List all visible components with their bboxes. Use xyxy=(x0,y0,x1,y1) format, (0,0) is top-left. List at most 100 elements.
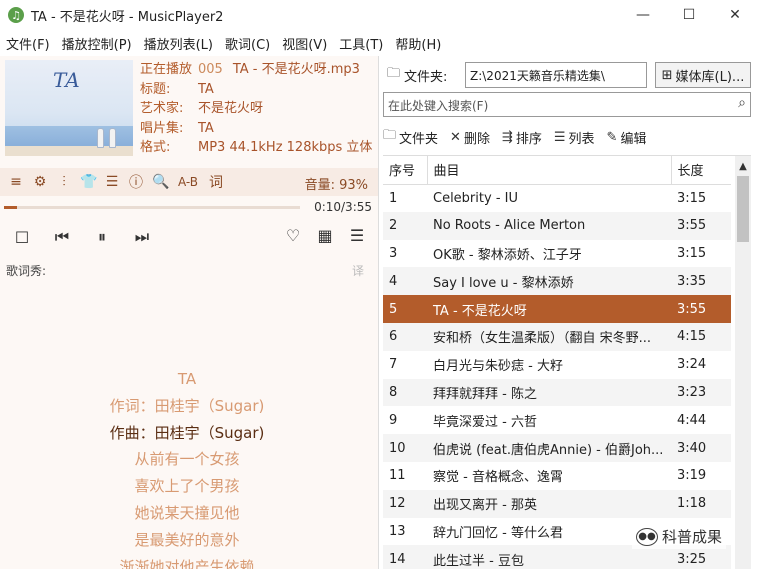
cell-no: 2 xyxy=(383,211,427,240)
sort-button-label: 排序 xyxy=(515,131,542,147)
window-title: TA - 不是花火呀 - MusicPlayer2 xyxy=(31,9,224,25)
menu-help[interactable]: 帮助(H) xyxy=(395,34,441,53)
cell-title: 拜拜就拜拜 - 陈之 xyxy=(427,378,671,407)
search-icon[interactable]: 🔍 xyxy=(152,174,169,190)
format-value: MP3 44.1kHz 128kbps 立体 xyxy=(198,140,373,155)
progress-bar[interactable] xyxy=(4,206,300,209)
lyric-line: TA xyxy=(177,370,197,388)
now-playing-file: TA - 不是花火呀.mp3 xyxy=(232,62,360,77)
cell-no: 6 xyxy=(383,322,427,351)
folder-button[interactable]: 🗀 文件夹 xyxy=(383,126,438,148)
playlist-table: 序号 曲目 长度 1 Celebrity - IU 3:15 2 No Roots - … xyxy=(383,155,751,569)
lyric-line: 她说某天撞见他 xyxy=(134,503,240,522)
settings-icon[interactable]: ⚙ xyxy=(32,174,48,190)
next-button[interactable]: ⏭ xyxy=(131,227,153,247)
folder-label-text: 文件夹: xyxy=(404,69,448,85)
cell-no: 10 xyxy=(383,434,427,462)
minimize-button[interactable]: — xyxy=(620,0,666,30)
cell-no: 9 xyxy=(389,412,398,428)
progress-fill xyxy=(4,206,17,209)
menu-tools[interactable]: 工具(T) xyxy=(339,34,383,53)
folder-icon: 🗀 xyxy=(387,66,401,81)
table-row[interactable]: 2 No Roots - Alice Merton 3:55 xyxy=(383,211,731,240)
cell-len: 3:40 xyxy=(671,434,731,462)
watermark: ●● 科普成果 xyxy=(632,524,727,549)
menu-playlist[interactable]: 播放列表(L) xyxy=(144,34,213,53)
previous-button[interactable]: ⏮ xyxy=(51,227,73,247)
scrollbar[interactable]: ▲ xyxy=(735,156,751,569)
album-value: TA xyxy=(198,120,214,136)
album-art[interactable]: TA xyxy=(5,60,133,156)
time-readout: 0:10/3:55 xyxy=(314,200,372,214)
cell-len: 3:15 xyxy=(677,245,707,261)
table-row[interactable]: 8 拜拜就拜拜 - 陈之 3:23 xyxy=(383,378,731,407)
lyrics-label: 歌词秀: xyxy=(6,264,47,278)
translate-button[interactable]: 译 xyxy=(352,262,364,279)
table-row[interactable]: 1 Celebrity - IU 3:15 xyxy=(383,184,731,212)
scrollbar-thumb[interactable] xyxy=(737,176,749,242)
title-value: TA xyxy=(198,81,214,97)
pause-button[interactable]: ⏸ xyxy=(91,227,113,247)
playlist-mode-icon[interactable]: ☰ xyxy=(346,226,368,245)
list-button[interactable]: ☰ 列表 xyxy=(554,128,595,147)
close-button[interactable]: ✕ xyxy=(712,0,758,30)
table-row[interactable]: 11 察觉 - 音格概念、逸霄 3:19 xyxy=(383,462,731,490)
folder-button-label: 文件夹 xyxy=(399,131,439,147)
close-icon: ✕ xyxy=(450,129,461,145)
list-icon: ☰ xyxy=(553,129,566,145)
playlist-toggle-icon[interactable]: ≡ xyxy=(8,174,24,190)
cell-title: 察觉 - 音格概念、逸霄 xyxy=(433,470,563,486)
menu-file[interactable]: 文件(F) xyxy=(6,34,50,53)
table-row[interactable]: 10 伯虎说 (feat.唐伯虎Annie) - 伯爵Joh... 3:40 xyxy=(383,434,731,462)
ab-repeat-button[interactable]: A-B xyxy=(176,175,200,189)
lyric-line: 喜欢上了个男孩 xyxy=(134,477,240,496)
cell-title: TA - 不是花火呀 xyxy=(427,295,671,323)
table-row[interactable]: 5 TA - 不是花火呀 3:55 xyxy=(383,295,731,323)
cell-len: 3:23 xyxy=(671,378,731,407)
cell-no: 1 xyxy=(389,190,398,206)
delete-button-label: 删除 xyxy=(463,131,490,147)
table-row[interactable]: 4 Say I love u - 黎林添娇 3:35 xyxy=(383,267,731,296)
favorite-heart-icon[interactable]: ♡ xyxy=(282,226,304,245)
table-row[interactable]: 7 白月光与朱砂痣 - 大籽 3:24 xyxy=(383,351,731,379)
volume-readout[interactable]: 音量: 93% xyxy=(305,174,368,193)
table-row[interactable]: 12 出现又离开 - 那英 1:18 xyxy=(383,489,731,518)
header-number[interactable]: 序号 xyxy=(383,156,427,185)
cell-title: 安和桥（女生温柔版）（翻自 宋冬野... xyxy=(427,322,671,351)
lyric-line: 作词：田桂宇（Sugar) xyxy=(109,396,265,415)
header-title[interactable]: 曲目 xyxy=(426,156,671,185)
music-note-icon: ♫ xyxy=(8,7,24,23)
sort-button[interactable]: ⇶ 排序 xyxy=(502,128,542,147)
equalizer-icon[interactable]: ⫶ xyxy=(56,174,72,190)
playlist-toolbar: 🗀 文件夹 ✕ 删除 ⇶ 排序 ☰ 列表 ✎ 编辑 xyxy=(383,126,753,148)
table-row[interactable]: 3 OK歌 - 黎林添娇、江子牙 3:15 xyxy=(383,240,731,268)
track-info: 正在播放 005 TA - 不是花火呀.mp3 标题: TA 艺术家: 不是花火… xyxy=(140,60,376,158)
menu-playback[interactable]: 播放控制(P) xyxy=(62,34,132,53)
stop-button[interactable]: ☐ xyxy=(11,228,33,247)
media-library-button[interactable]: ⊞ 媒体库(L)... xyxy=(655,62,751,88)
delete-button[interactable]: ✕ 删除 xyxy=(450,128,490,147)
cell-title: OK歌 - 黎林添娇、江子牙 xyxy=(433,247,582,263)
scroll-up-icon[interactable]: ▲ xyxy=(735,158,751,176)
search-icon[interactable]: ⌕ xyxy=(738,95,746,111)
menu-icon[interactable]: ☰ xyxy=(104,174,120,190)
menu-view[interactable]: 视图(V) xyxy=(282,34,327,53)
lyric-line: 渐渐她对他产生依赖 xyxy=(119,557,255,569)
edit-button[interactable]: ✎ 编辑 xyxy=(607,128,647,147)
lyric-button[interactable]: 词 xyxy=(208,172,224,192)
media-library-label: 媒体库(L)... xyxy=(675,69,745,85)
menu-lyrics[interactable]: 歌词(C) xyxy=(225,34,270,53)
cell-no: 14 xyxy=(383,545,427,569)
header-length[interactable]: 长度 xyxy=(670,156,731,185)
cell-title: Celebrity - IU xyxy=(433,190,518,206)
info-icon[interactable]: ⓘ xyxy=(128,172,144,192)
folder-path-field[interactable]: Z:\2021天籁音乐精选集\ xyxy=(465,62,647,88)
maximize-button[interactable]: ☐ xyxy=(666,0,712,30)
table-row[interactable]: 6 安和桥（女生温柔版）（翻自 宋冬野... 4:15 xyxy=(383,322,731,351)
table-row[interactable]: 9 毕竟深爱过 - 六哲 4:44 xyxy=(383,406,731,434)
grid-view-icon[interactable]: ▦ xyxy=(314,226,336,245)
skin-icon[interactable]: 👕 xyxy=(80,174,97,190)
search-input[interactable]: 在此处键入搜索(F) ⌕ xyxy=(383,92,751,117)
wechat-icon: ●● xyxy=(636,527,658,546)
cell-title: Say I love u - 黎林添娇 xyxy=(427,267,671,296)
